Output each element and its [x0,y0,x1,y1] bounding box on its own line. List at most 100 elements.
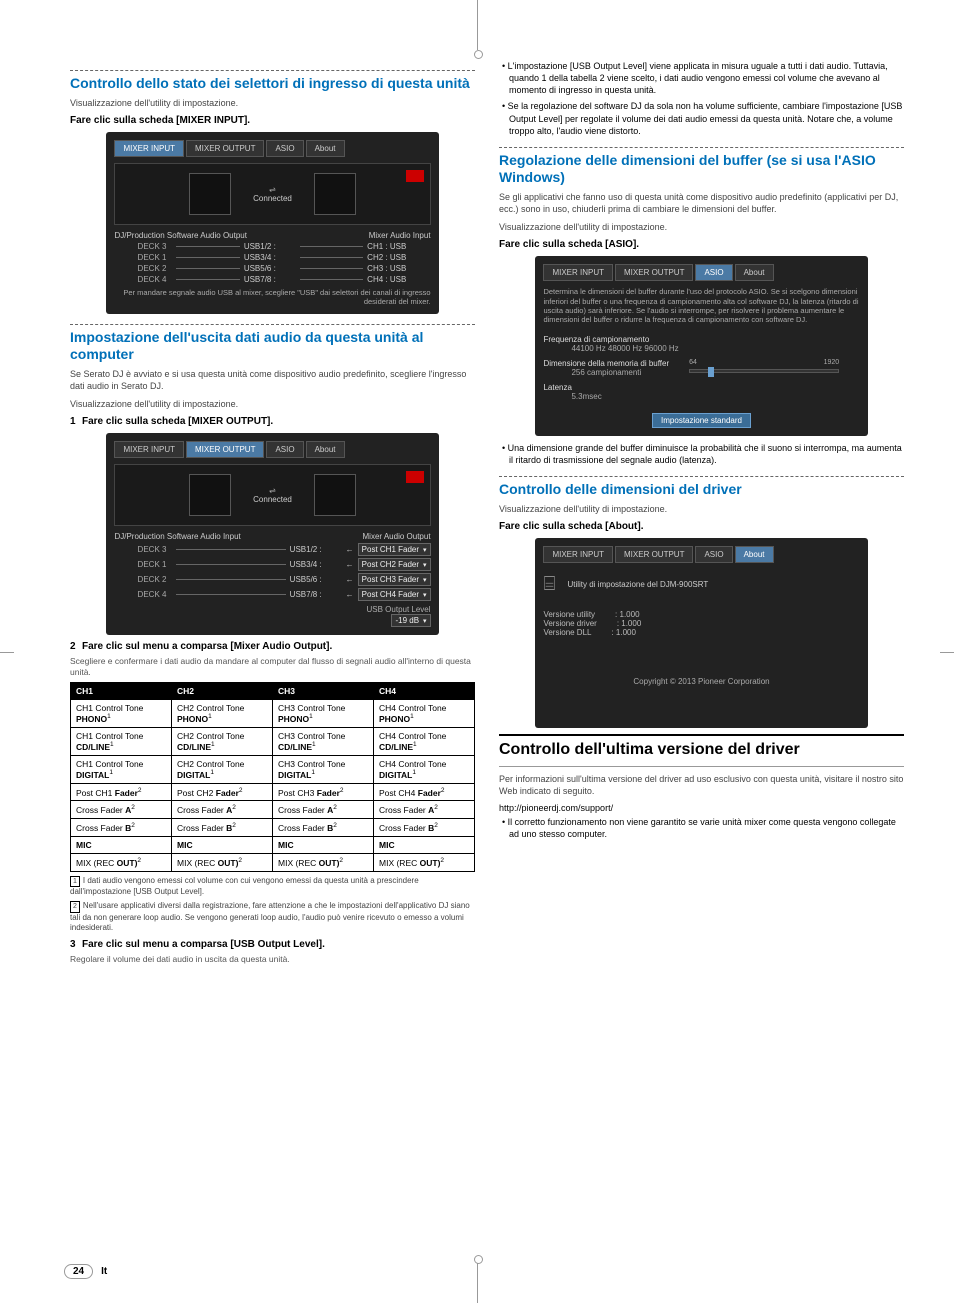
step-heading: Fare clic sulla scheda [MIXER INPUT]. [70,115,475,126]
table-cell: CH1 Control Tone DIGITAL1 [71,755,172,783]
tab-about[interactable]: About [306,140,345,157]
buffer-slider[interactable] [689,369,839,373]
table-cell: CH3 Control Tone PHONO1 [273,700,374,728]
asio-description: Determina le dimensioni del buffer duran… [543,287,859,325]
bullet-item: L'impostazione [USB Output Level] viene … [499,60,904,96]
page-number: 24 It [64,1264,107,1279]
panel-note: Per mandare segnale audio USB al mixer, … [114,288,430,306]
channel-label: CH1 : USB [367,242,430,251]
heavy-divider [499,734,904,736]
table-cell: Post CH3 Fader2 [273,783,374,801]
table-cell: Post CH2 Fader2 [172,783,273,801]
table-cell: Post CH1 Fader2 [71,783,172,801]
output-select[interactable]: Post CH2 Fader [358,558,431,571]
sample-rate-label: Frequenza di campionamento [543,335,859,344]
version-key: Versione driver [543,619,596,628]
right-column: L'impostazione [USB Output Level] viene … [499,60,904,969]
mixer-output-panel: MIXER INPUT MIXER OUTPUT ASIO About ⇌ Co… [106,433,438,635]
deck-label: DECK 2 [114,575,172,584]
left-column: Controllo dello stato dei selettori di i… [70,60,475,969]
tab-about[interactable]: About [735,264,774,281]
connection-status: Connected [253,194,292,203]
step-heading: Fare clic sulla scheda [About]. [499,521,904,532]
table-header: CH2 [172,683,273,700]
intro-text: Visualizzazione dell'utility di impostaz… [70,97,475,109]
about-icon: ⌸ [543,573,555,596]
default-settings-button[interactable]: Impostazione standard [652,413,751,428]
channel-label: CH4 : USB [367,275,430,284]
deck-label: DECK 1 [114,560,172,569]
table-cell: Cross Fader A2 [374,801,475,819]
table-cell: CH1 Control Tone PHONO1 [71,700,172,728]
table-cell: Cross Fader A2 [273,801,374,819]
output-select[interactable]: Post CH3 Fader [358,573,431,586]
mixer-input-panel: MIXER INPUT MIXER OUTPUT ASIO About ⇌ Co… [106,132,438,314]
table-cell: MIC [71,837,172,854]
output-select[interactable]: Post CH4 Fader [358,588,431,601]
tab-asio[interactable]: ASIO [266,140,303,157]
bullet-item: Una dimensione grande del buffer diminui… [499,442,904,466]
footnote: 1I dati audio vengono emessi col volume … [70,876,475,897]
column-header: DJ/Production Software Audio Output [114,231,247,240]
tab-asio[interactable]: ASIO [695,546,732,563]
section-title: Impostazione dell'uscita dati audio da q… [70,329,475,364]
divider [70,324,475,325]
deck-label: DECK 1 [114,253,172,262]
table-cell: MIX (REC OUT)2 [71,854,172,872]
intro-text: Se gli applicativi che fanno uso di ques… [499,191,904,215]
crop-tick [940,652,954,653]
output-select[interactable]: Post CH1 Fader [358,543,431,556]
table-cell: MIX (REC OUT)2 [273,854,374,872]
output-level-select[interactable]: -19 dB [391,614,430,627]
footnote: 2Nell'usare applicativi diversi dalla re… [70,901,475,933]
version-value: : 1.000 [615,610,639,619]
table-cell: MIX (REC OUT)2 [374,854,475,872]
footnote-marker: 1 [70,876,80,887]
table-cell: Cross Fader A2 [71,801,172,819]
tab-asio[interactable]: ASIO [695,264,732,281]
intro-text: Visualizzazione dell'utility di impostaz… [70,398,475,410]
buffer-size-label: Dimensione della memoria di buffer [543,359,669,368]
table-cell: MIC [273,837,374,854]
table-cell: Cross Fader B2 [273,819,374,837]
product-name: Utility di impostazione del DJM-900SRT [567,580,708,589]
tab-about[interactable]: About [306,441,345,458]
slider-max: 1920 [824,359,840,366]
tab-mixer-output[interactable]: MIXER OUTPUT [615,264,693,281]
copyright: Copyright © 2013 Pioneer Corporation [543,677,859,686]
table-header: CH1 [71,683,172,700]
step-text: Fare clic sul menu a comparsa [Mixer Aud… [82,641,332,652]
tab-asio[interactable]: ASIO [266,441,303,458]
table-cell: CH1 Control Tone CD/LINE1 [71,727,172,755]
divider [499,147,904,148]
tab-about[interactable]: About [735,546,774,563]
table-header: CH4 [374,683,475,700]
output-options-table: CH1 CH2 CH3 CH4 CH1 Control Tone PHONO1C… [70,682,475,872]
tab-mixer-output[interactable]: MIXER OUTPUT [186,441,264,458]
divider [499,476,904,477]
table-cell: Cross Fader B2 [374,819,475,837]
deck-label: DECK 4 [114,275,172,284]
tab-mixer-input[interactable]: MIXER INPUT [114,140,184,157]
usb-label: USB7/8 : [290,590,342,599]
column-header: Mixer Audio Output [363,532,431,541]
tab-mixer-output[interactable]: MIXER OUTPUT [615,546,693,563]
step-text: Fare clic sul menu a comparsa [USB Outpu… [82,939,325,950]
bullet-item: Se la regolazione del software DJ da sol… [499,100,904,136]
tab-mixer-input[interactable]: MIXER INPUT [543,546,613,563]
device-graphic [189,173,231,215]
device-graphic [189,474,231,516]
usb-label: USB3/4 : [290,560,342,569]
table-cell: CH4 Control Tone PHONO1 [374,700,475,728]
spine-indicator-bottom [477,1263,478,1303]
divider [70,70,475,71]
tab-mixer-input[interactable]: MIXER INPUT [114,441,184,458]
bullet-item: Il corretto funzionamento non viene gara… [499,816,904,840]
usb-icon: ⇌ [253,185,292,194]
table-cell: CH4 Control Tone DIGITAL1 [374,755,475,783]
column-header: DJ/Production Software Audio Input [114,532,240,541]
tab-mixer-input[interactable]: MIXER INPUT [543,264,613,281]
tab-mixer-output[interactable]: MIXER OUTPUT [186,140,264,157]
status-led [406,471,424,483]
deck-label: DECK 3 [114,242,172,251]
